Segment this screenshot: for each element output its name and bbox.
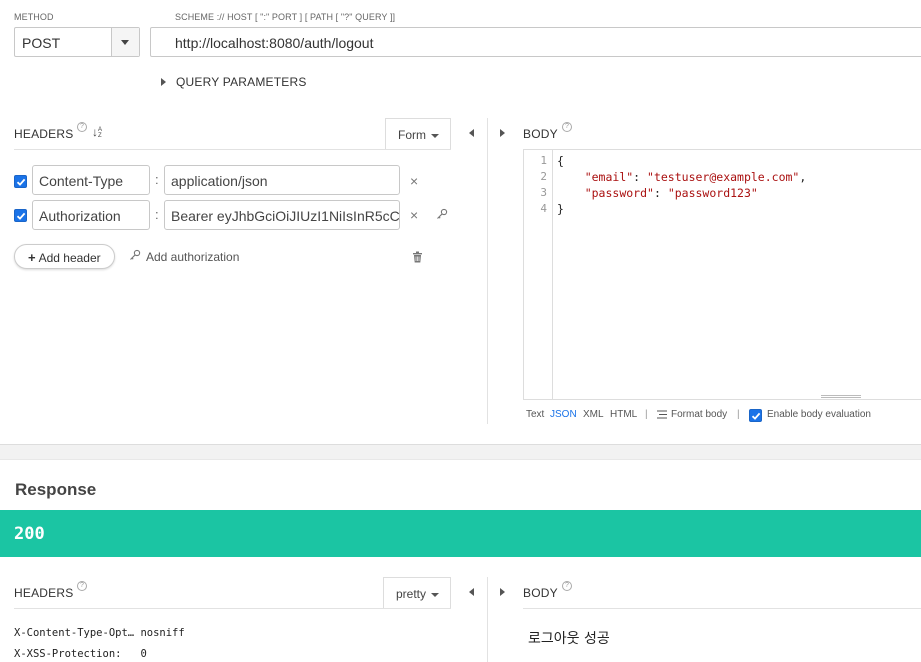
key-icon xyxy=(130,249,141,260)
plus-icon: + xyxy=(28,250,36,265)
format-separator: | xyxy=(645,409,648,420)
format-separator: | xyxy=(737,409,740,420)
code-line: "password": "password123" xyxy=(557,186,758,200)
header-2-name[interactable]: Authorization xyxy=(32,200,150,230)
code-token: } xyxy=(557,202,564,216)
body-editor[interactable]: 1 2 3 4 { "email": "testuser@example.com… xyxy=(523,149,921,400)
headers-title: HEADERS xyxy=(14,127,74,141)
response-header-row: X-Content-Type-Opt… nosniff xyxy=(14,627,185,639)
header-1-value[interactable]: application/json xyxy=(164,165,400,195)
line-number: 2 xyxy=(540,170,547,183)
url-label: SCHEME :// HOST [ ":" PORT ] [ PATH [ "?… xyxy=(175,12,396,22)
section-separator xyxy=(0,444,921,460)
header-2-value[interactable]: Bearer eyJhbGciOiJIUzI1NiIsInR5cCI xyxy=(164,200,400,230)
check-icon xyxy=(751,412,761,420)
format-text[interactable]: Text xyxy=(526,409,544,420)
response-header-row: X-XSS-Protection: 0 xyxy=(14,648,147,660)
header-1-checkbox[interactable] xyxy=(14,175,27,188)
collapse-left-icon[interactable] xyxy=(469,129,474,137)
response-header-name: X-Content-Type-Opt… xyxy=(14,627,135,639)
code-token: : xyxy=(653,186,668,200)
enable-evaluation-label: Enable body evaluation xyxy=(767,409,871,420)
form-mode-label: Form xyxy=(398,128,426,142)
form-mode-select[interactable]: Form xyxy=(385,118,451,149)
line-number: 3 xyxy=(540,186,547,199)
format-lines-icon xyxy=(657,410,667,419)
url-input[interactable]: http://localhost:8080/auth/logout xyxy=(150,27,921,57)
query-params-label[interactable]: QUERY PARAMETERS xyxy=(176,75,307,89)
method-select[interactable]: POST xyxy=(14,27,140,57)
format-xml[interactable]: XML xyxy=(583,409,604,420)
add-authorization-label: Add authorization xyxy=(146,250,240,264)
resize-handle[interactable] xyxy=(821,395,861,398)
caret-right-icon xyxy=(161,78,166,86)
code-token: "testuser@example.com" xyxy=(647,170,800,184)
add-header-label: Add header xyxy=(38,251,101,265)
enable-evaluation-checkbox[interactable] xyxy=(749,409,762,422)
header-1-name[interactable]: Content-Type xyxy=(32,165,150,195)
method-value: POST xyxy=(22,35,61,51)
code-token: "password" xyxy=(584,186,654,200)
line-number: 1 xyxy=(540,154,547,167)
code-token: , xyxy=(799,170,807,184)
check-icon xyxy=(16,178,26,186)
key-icon[interactable] xyxy=(436,208,448,220)
code-line: { xyxy=(557,154,564,168)
code-line: } xyxy=(557,202,564,216)
method-label: METHOD xyxy=(14,12,54,22)
chevron-down-icon xyxy=(431,133,439,138)
response-header-value: nosniff xyxy=(140,627,185,639)
close-icon[interactable]: × xyxy=(410,207,418,223)
body-title: BODY xyxy=(523,127,558,141)
help-icon[interactable]: ? xyxy=(562,581,572,591)
status-code: 200 xyxy=(14,524,45,544)
response-title: Response xyxy=(15,480,97,499)
code-token: "password123" xyxy=(667,186,758,200)
code-token: { xyxy=(557,154,564,168)
response-body-title: BODY xyxy=(523,586,558,600)
status-bar: 200 xyxy=(0,510,921,557)
format-body-button[interactable]: Format body xyxy=(671,409,727,420)
header-2-checkbox[interactable] xyxy=(14,209,27,222)
code-token: : xyxy=(633,170,648,184)
line-gutter: 1 2 3 4 xyxy=(524,150,553,399)
view-mode-select[interactable]: pretty xyxy=(383,577,451,608)
response-header-value: 0 xyxy=(140,648,147,660)
response-headers-divider xyxy=(14,608,451,609)
trash-icon[interactable] xyxy=(412,251,423,263)
response-body-divider xyxy=(523,608,921,609)
headers-divider xyxy=(14,149,451,150)
expand-right-icon[interactable] xyxy=(500,129,505,137)
format-html[interactable]: HTML xyxy=(610,409,637,420)
help-icon[interactable]: ? xyxy=(77,581,87,591)
collapse-left-icon[interactable] xyxy=(469,588,474,596)
response-panel-divider xyxy=(487,577,488,662)
chevron-down-icon xyxy=(431,592,440,597)
line-number: 4 xyxy=(540,202,547,215)
expand-right-icon[interactable] xyxy=(500,588,505,596)
header-1-colon: : xyxy=(155,172,159,187)
panel-divider xyxy=(487,118,488,424)
check-icon xyxy=(16,212,26,220)
response-header-name: X-XSS-Protection: xyxy=(14,648,122,660)
close-icon[interactable]: × xyxy=(410,173,418,189)
view-mode-label: pretty xyxy=(396,587,427,601)
sort-az-glyph: A Z xyxy=(98,127,102,139)
response-headers-title: HEADERS xyxy=(14,586,74,600)
response-body-text: 로그아웃 성공 xyxy=(528,631,610,647)
format-json[interactable]: JSON xyxy=(550,409,577,420)
header-2-colon: : xyxy=(155,207,159,222)
help-icon[interactable]: ? xyxy=(77,122,87,132)
code-line: "email": "testuser@example.com", xyxy=(557,170,807,184)
add-header-button[interactable]: + Add header xyxy=(14,244,115,269)
chevron-down-icon[interactable] xyxy=(111,28,139,56)
help-icon[interactable]: ? xyxy=(562,122,572,132)
code-token: "email" xyxy=(584,170,634,184)
